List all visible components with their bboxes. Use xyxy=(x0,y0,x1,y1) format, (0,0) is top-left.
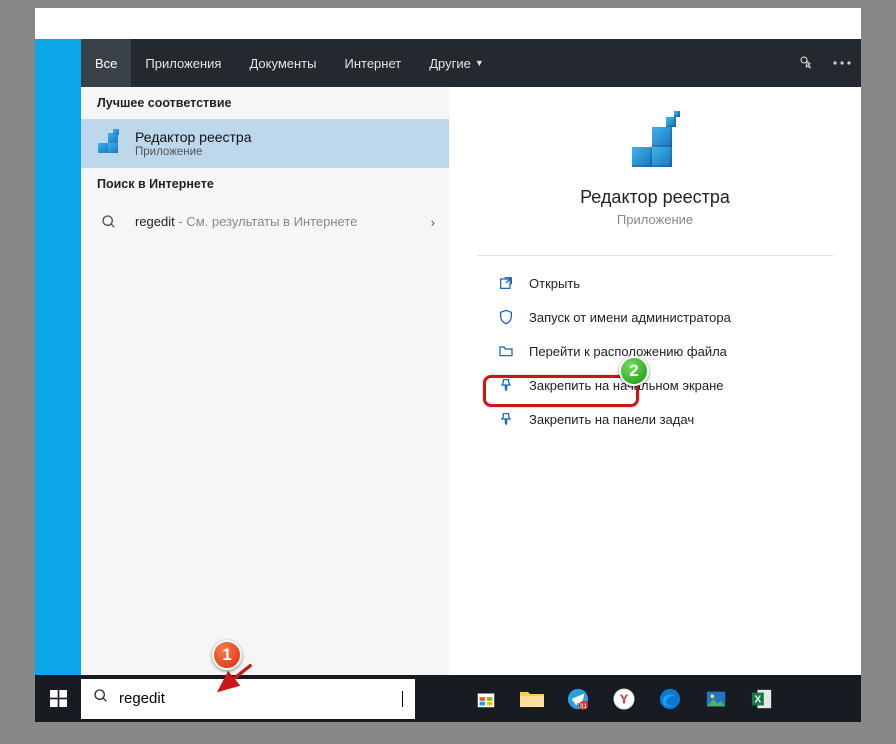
web-query-suffix: - См. результаты в Интернете xyxy=(175,214,358,229)
search-icon xyxy=(93,688,109,709)
search-input[interactable] xyxy=(119,690,402,707)
action-list: Открыть Запуск от имени администратора П… xyxy=(449,266,861,436)
action-label: Запуск от имени администратора xyxy=(529,310,731,325)
action-run-as-admin[interactable]: Запуск от имени администратора xyxy=(449,300,861,334)
tab-more[interactable]: Другие ▼ xyxy=(415,39,498,87)
svg-text:X: X xyxy=(755,694,762,705)
detail-subtitle: Приложение xyxy=(449,212,861,227)
action-label: Закрепить на панели задач xyxy=(529,412,694,427)
taskbar-app-telegram[interactable]: 31 xyxy=(557,679,599,719)
search-scope-tabs: Все Приложения Документы Интернет Другие… xyxy=(81,39,861,87)
search-icon xyxy=(97,210,121,234)
results-panel: Лучшее соответствие Редактор реестра При… xyxy=(81,87,449,675)
svg-text:Y: Y xyxy=(620,691,629,706)
shield-icon xyxy=(497,308,515,326)
taskbar-app-excel[interactable]: X xyxy=(741,679,783,719)
pin-icon xyxy=(497,376,515,394)
pin-icon xyxy=(497,410,515,428)
tab-more-label: Другие xyxy=(429,56,471,71)
tab-internet[interactable]: Интернет xyxy=(330,39,415,87)
taskbar-app-explorer[interactable] xyxy=(511,679,553,719)
search-window: Все Приложения Документы Интернет Другие… xyxy=(35,8,861,722)
divider xyxy=(477,255,833,256)
web-search-header: Поиск в Интернете xyxy=(81,168,449,200)
taskbar-app-store[interactable] xyxy=(465,679,507,719)
action-pin-taskbar[interactable]: Закрепить на панели задач xyxy=(449,402,861,436)
action-open[interactable]: Открыть xyxy=(449,266,861,300)
detail-app-icon xyxy=(449,123,861,169)
detail-panel: Редактор реестра Приложение Открыть Запу… xyxy=(449,87,861,675)
svg-text:31: 31 xyxy=(580,703,588,710)
annotation-step-1: 1 xyxy=(212,640,242,670)
tab-apps[interactable]: Приложения xyxy=(131,39,235,87)
taskbar-app-edge[interactable] xyxy=(649,679,691,719)
result-title: Редактор реестра xyxy=(135,129,252,145)
taskbar: 31 Y X xyxy=(35,675,861,722)
detail-title: Редактор реестра xyxy=(449,187,861,208)
more-options-icon[interactable] xyxy=(823,39,861,87)
action-pin-start[interactable]: Закрепить на начальном экране xyxy=(449,368,861,402)
result-web-search[interactable]: regedit - См. результаты в Интернете › xyxy=(81,200,449,244)
folder-icon xyxy=(497,342,515,360)
taskbar-apps: 31 Y X xyxy=(465,675,783,722)
taskbar-app-photos[interactable] xyxy=(695,679,737,719)
result-subtitle: Приложение xyxy=(135,146,252,158)
open-icon xyxy=(497,274,515,292)
chevron-right-icon: › xyxy=(431,215,435,230)
start-button[interactable] xyxy=(35,675,81,722)
action-open-location[interactable]: Перейти к расположению файла xyxy=(449,334,861,368)
result-registry-editor[interactable]: Редактор реестра Приложение xyxy=(81,119,449,168)
feedback-icon[interactable] xyxy=(785,39,823,87)
taskbar-app-yandex[interactable]: Y xyxy=(603,679,645,719)
tab-documents[interactable]: Документы xyxy=(235,39,330,87)
taskbar-search[interactable] xyxy=(81,679,415,719)
web-query-text: regedit xyxy=(135,214,175,229)
annotation-step-2: 2 xyxy=(619,356,649,386)
tab-all[interactable]: Все xyxy=(81,39,131,87)
action-label: Открыть xyxy=(529,276,580,291)
windows-icon xyxy=(50,690,67,707)
chevron-down-icon: ▼ xyxy=(475,58,484,68)
best-match-header: Лучшее соответствие xyxy=(81,87,449,119)
accent-strip xyxy=(35,39,81,675)
registry-icon xyxy=(97,132,121,156)
